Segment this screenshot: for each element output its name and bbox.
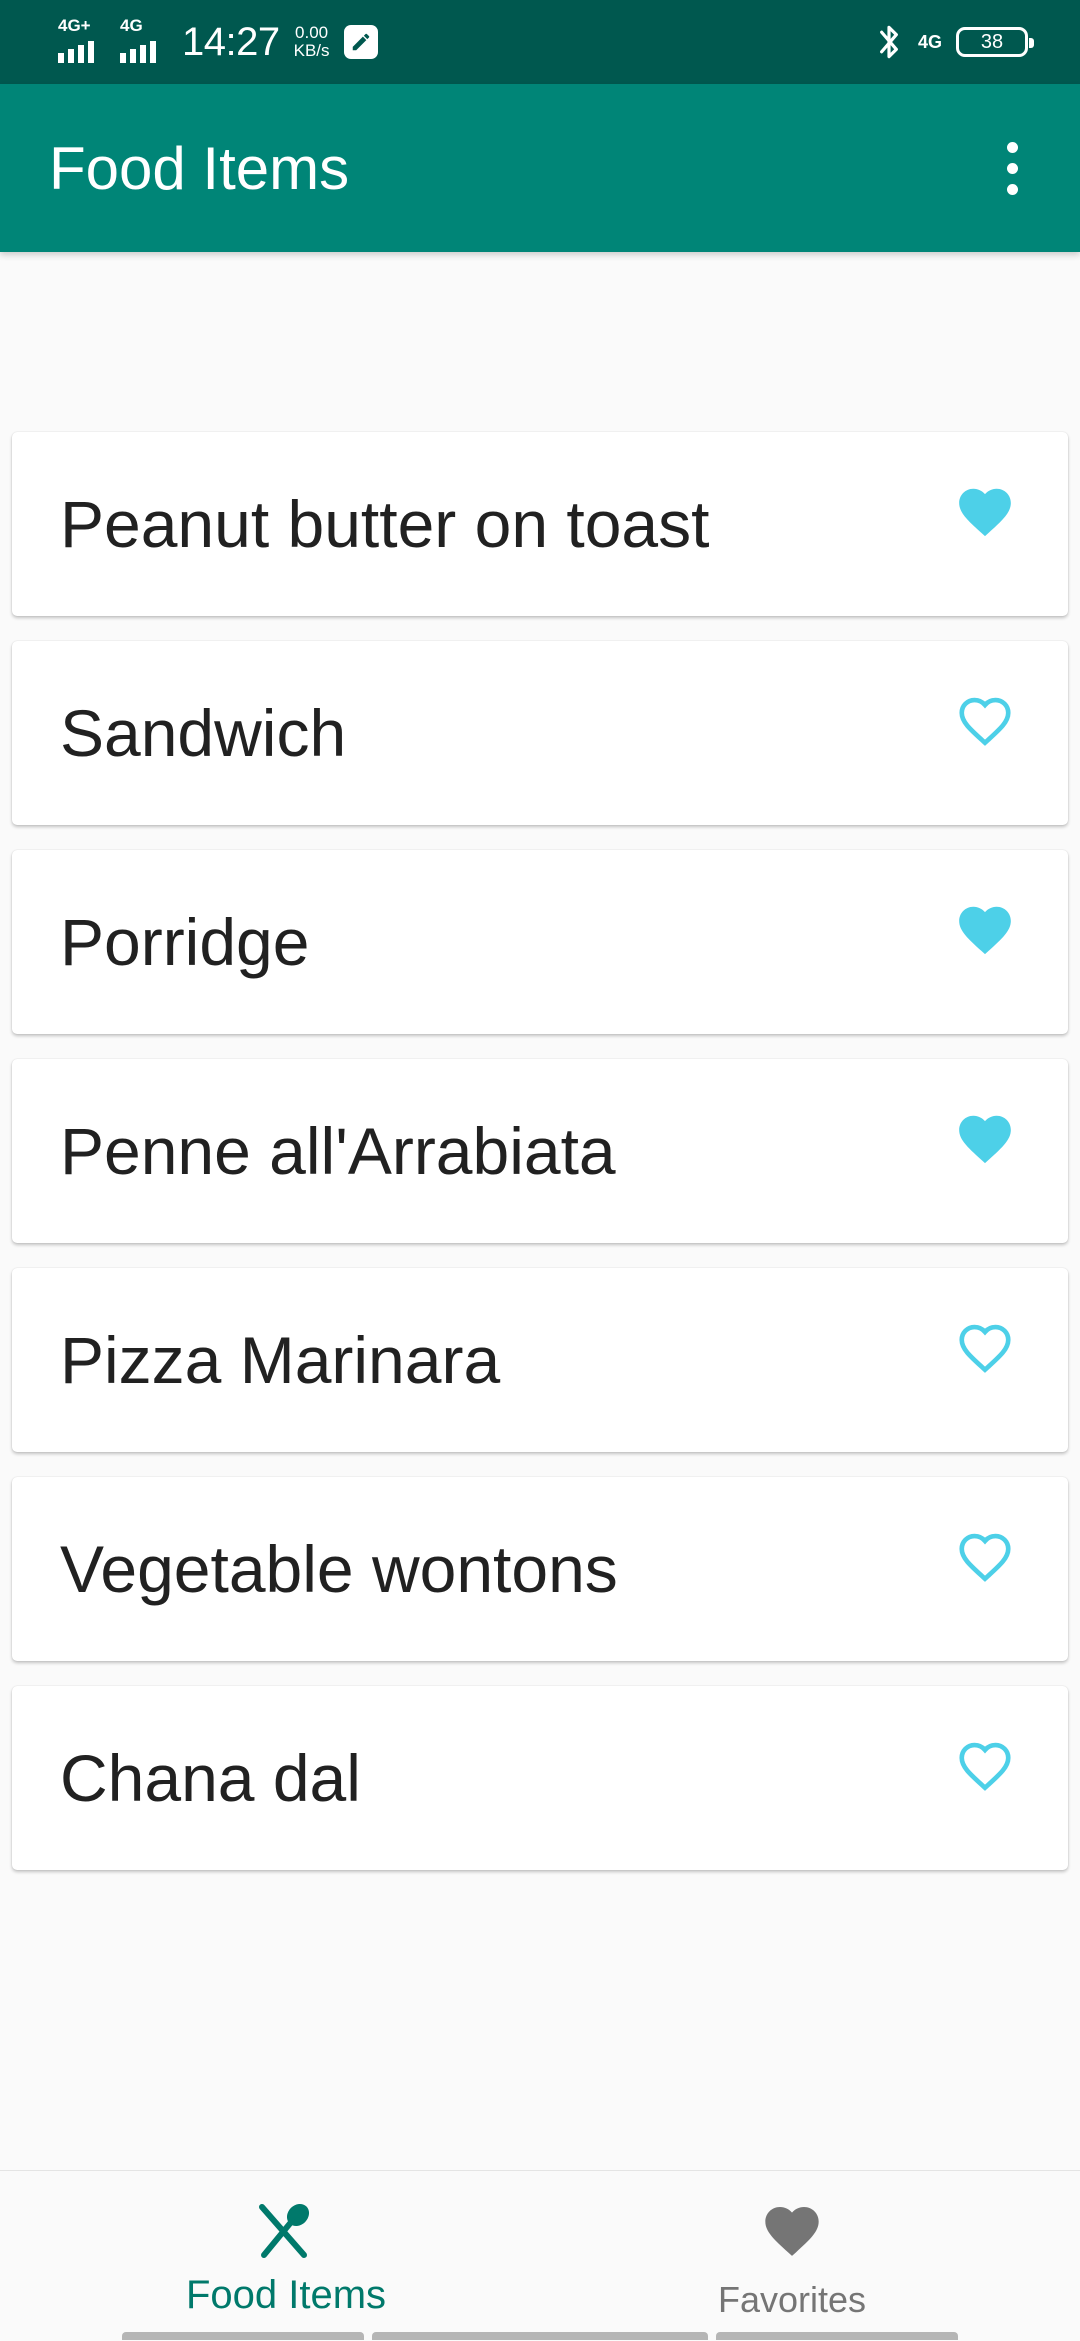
food-list: Peanut butter on toast Sandwich Porridge Pe… xyxy=(12,432,1068,1895)
system-nav-bar-segment xyxy=(372,2332,708,2340)
bluetooth-icon xyxy=(880,25,898,59)
network-type-label: 4G xyxy=(917,32,942,52)
battery-level: 38 xyxy=(980,31,1004,53)
food-item-name: Chana dal xyxy=(60,1741,361,1815)
status-bar-right: 4G 38 xyxy=(874,20,1034,64)
food-item-name: Pizza Marinara xyxy=(60,1323,501,1397)
heart-filled-icon[interactable] xyxy=(952,899,1018,961)
network-speed-unit: KB/s xyxy=(293,41,330,60)
heart-outline-icon[interactable] xyxy=(952,1735,1018,1797)
food-item-card[interactable]: Porridge xyxy=(12,850,1068,1034)
network-speed: 0.00 KB/s xyxy=(294,24,330,60)
food-item-card[interactable]: Penne all'Arrabiata xyxy=(12,1059,1068,1243)
sim1-signal-icon: 4G+ xyxy=(58,17,106,67)
edit-notification-icon xyxy=(343,25,378,59)
food-item-card[interactable]: Vegetable wontons xyxy=(12,1477,1068,1661)
sim2-network-label: 4G xyxy=(120,16,143,35)
network-speed-value: 0.00 xyxy=(295,23,329,42)
heart-outline-icon[interactable] xyxy=(952,1526,1018,1588)
food-item-card[interactable]: Peanut butter on toast xyxy=(12,432,1068,616)
food-item-name: Penne all'Arrabiata xyxy=(60,1114,616,1188)
food-item-name: Porridge xyxy=(60,905,310,979)
app-bar: Food Items xyxy=(0,84,1080,252)
nav-label-food-items: Food Items xyxy=(185,2273,387,2317)
heart-icon xyxy=(765,2207,819,2256)
heart-filled-icon[interactable] xyxy=(952,1108,1018,1170)
battery-icon: 38 xyxy=(956,27,1034,57)
fork-spoon-icon xyxy=(259,2203,310,2258)
app-bar-title: Food Items xyxy=(49,134,350,202)
food-item-name: Sandwich xyxy=(60,696,347,770)
food-item-name: Vegetable wontons xyxy=(60,1532,618,1606)
status-time: 14:27 xyxy=(182,20,280,64)
bottom-navigation: Food Items Favorites xyxy=(0,2170,1080,2340)
nav-label-favorites: Favorites xyxy=(717,2279,867,2320)
food-item-card[interactable]: Chana dal xyxy=(12,1686,1068,1870)
sim2-signal-icon: 4G xyxy=(120,17,168,67)
status-bar: 4G+ 4G 14:27 0.00 KB/s 4G 38 xyxy=(0,0,1080,84)
more-vert-icon[interactable] xyxy=(992,138,1032,198)
heart-outline-icon[interactable] xyxy=(952,1317,1018,1379)
food-item-card[interactable]: Pizza Marinara xyxy=(12,1268,1068,1452)
system-nav-bar-segment xyxy=(122,2332,364,2340)
nav-item-favorites[interactable]: Favorites xyxy=(642,2171,942,2341)
heart-outline-icon[interactable] xyxy=(952,690,1018,752)
heart-filled-icon[interactable] xyxy=(952,481,1018,543)
status-bar-left: 4G+ 4G 14:27 0.00 KB/s xyxy=(58,17,378,67)
nav-item-food-items[interactable]: Food Items xyxy=(136,2171,436,2341)
sim1-network-label: 4G+ xyxy=(58,16,91,35)
food-item-card[interactable]: Sandwich xyxy=(12,641,1068,825)
food-item-name: Peanut butter on toast xyxy=(60,487,710,561)
system-nav-bar-segment xyxy=(716,2332,958,2340)
